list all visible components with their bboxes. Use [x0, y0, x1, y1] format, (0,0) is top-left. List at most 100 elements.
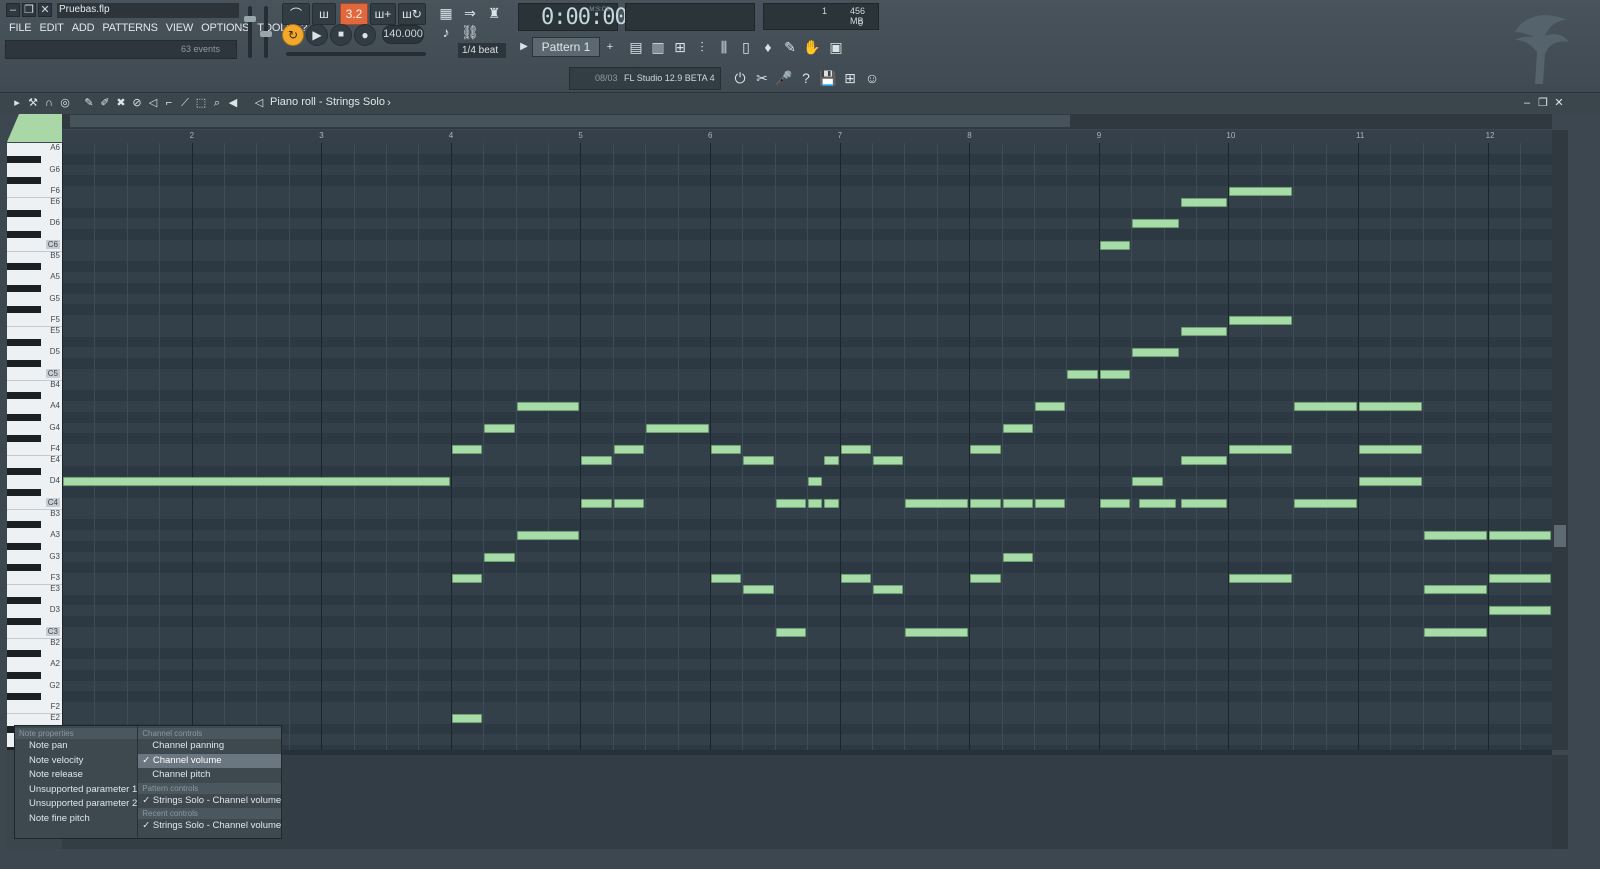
note[interactable] — [840, 574, 871, 583]
pattern-selector[interactable]: Pattern 1 — [532, 37, 600, 57]
note[interactable] — [970, 574, 1001, 583]
news-panel[interactable]: 08/03 FL Studio 12.9 BETA 4 — [569, 67, 721, 90]
restore-button[interactable]: ❐ — [22, 3, 36, 17]
note[interactable] — [1488, 574, 1552, 583]
master-pitch-slider[interactable] — [260, 6, 272, 58]
menu-item-unsupported-2[interactable]: Unsupported parameter 2 — [15, 797, 137, 812]
pr-close-icon[interactable]: ✕ — [1552, 96, 1566, 110]
song-position-slider[interactable] — [286, 52, 426, 56]
note[interactable] — [1067, 369, 1098, 379]
note[interactable] — [711, 574, 742, 583]
note[interactable] — [1294, 402, 1357, 411]
speaker-mute-icon[interactable]: ◁ — [146, 96, 160, 110]
horizontal-scrollbar[interactable] — [62, 114, 1552, 129]
record-blend-button[interactable]: ш↻ — [398, 3, 426, 25]
menu-item-note-velocity[interactable]: Note velocity — [15, 754, 137, 769]
slice-icon[interactable]: ⟋ — [178, 96, 192, 110]
black-key[interactable] — [7, 564, 41, 572]
note[interactable] — [873, 584, 904, 594]
menu-item-note-fine-pitch[interactable]: Note fine pitch — [15, 812, 137, 827]
note[interactable] — [581, 455, 612, 465]
menu-item-unsupported-1[interactable]: Unsupported parameter 1 — [15, 783, 137, 798]
tempo-display[interactable]: 140.000 — [382, 25, 424, 44]
horizontal-scroll-thumb[interactable] — [70, 115, 1070, 127]
channel-rack-icon[interactable]: ⊞ — [670, 37, 690, 57]
note[interactable] — [1035, 402, 1066, 411]
pattern-prev-icon[interactable]: ▶ — [514, 37, 534, 57]
black-key[interactable] — [7, 263, 41, 271]
note[interactable] — [1294, 498, 1357, 508]
note[interactable] — [1488, 606, 1552, 616]
note[interactable] — [1138, 498, 1176, 508]
note[interactable] — [775, 627, 807, 637]
black-key[interactable] — [7, 596, 41, 604]
microphone-icon[interactable]: 🎤 — [774, 68, 794, 88]
playlist-icon[interactable]: ▤ — [626, 37, 646, 57]
wait-input-button[interactable]: ш — [312, 3, 336, 25]
save-icon[interactable]: 💾 — [818, 68, 838, 88]
menu-item-pattern-channel-volume[interactable]: ✓ Strings Solo - Channel volume — [138, 794, 281, 809]
black-key[interactable] — [7, 489, 41, 496]
menu-item-note-release[interactable]: Note release — [15, 768, 137, 783]
close-button[interactable]: ✕ — [38, 3, 52, 17]
note[interactable] — [905, 498, 969, 508]
note[interactable] — [711, 445, 742, 454]
note[interactable] — [451, 713, 483, 723]
pattern-song-toggle[interactable]: 3.2 — [340, 3, 368, 25]
link-icon[interactable]: ⛓ — [460, 22, 480, 42]
note[interactable] — [484, 423, 515, 433]
note[interactable] — [970, 498, 1001, 508]
note[interactable] — [1229, 187, 1293, 196]
event-editor[interactable] — [62, 755, 1552, 849]
sliders-icon[interactable]: ⫼ — [714, 37, 734, 57]
note[interactable] — [1229, 574, 1293, 583]
mute-icon[interactable]: ⊘ — [130, 96, 144, 110]
note[interactable] — [1423, 627, 1487, 637]
menu-add[interactable]: ADD — [68, 21, 99, 36]
note[interactable] — [873, 455, 904, 465]
note[interactable] — [775, 498, 807, 508]
fullscreen-icon[interactable]: ▣ — [826, 37, 846, 57]
vertical-scrollbar[interactable] — [1552, 130, 1568, 750]
piano-keyboard[interactable]: A6 G6 F6 E6 D6 C6 B5 A5 G5 F5 E5 D5 C5 B4 A4 G4 F4 E4 D4 C4… — [7, 143, 62, 750]
loop-icon[interactable]: ↻ — [282, 24, 304, 46]
black-key[interactable] — [7, 693, 41, 701]
note[interactable] — [1180, 498, 1228, 508]
note[interactable] — [840, 445, 871, 454]
minimize-button[interactable]: – — [6, 3, 20, 17]
note[interactable] — [824, 498, 839, 508]
note[interactable] — [1099, 498, 1131, 508]
black-key[interactable] — [7, 392, 41, 400]
tool-blend-icon[interactable]: ♪ — [436, 22, 456, 42]
event-scrollbar[interactable] — [1552, 755, 1568, 849]
timeline-ruler[interactable]: 2 3 4 5 6 7 8 9 10 11 12 — [62, 130, 1552, 143]
note[interactable] — [516, 402, 580, 411]
pr-restore-icon[interactable]: ❐ — [1536, 96, 1550, 110]
plugin-icon[interactable]: ♦ — [758, 37, 778, 57]
note[interactable] — [1423, 531, 1487, 540]
note[interactable] — [743, 584, 774, 594]
menu-patterns[interactable]: PATTERNS — [98, 21, 161, 36]
black-key[interactable] — [7, 338, 41, 346]
select-icon[interactable]: ⬚ — [194, 96, 208, 110]
menu-item-note-pan[interactable]: Note pan — [15, 739, 137, 754]
black-key[interactable] — [7, 306, 41, 314]
note[interactable] — [1002, 423, 1033, 433]
note[interactable] — [1180, 197, 1228, 207]
black-key[interactable] — [7, 467, 41, 475]
online-icon[interactable]: ⏻ — [730, 68, 750, 88]
cut-icon[interactable]: ✂ — [752, 68, 772, 88]
stop-button[interactable]: ■ — [330, 24, 352, 46]
menu-edit[interactable]: EDIT — [35, 21, 67, 36]
note[interactable] — [1359, 477, 1422, 487]
delete-icon[interactable]: ✖ — [114, 96, 128, 110]
note[interactable] — [1132, 219, 1179, 229]
note[interactable] — [516, 531, 580, 540]
menu-options[interactable]: OPTIONS — [197, 21, 253, 36]
chat-icon[interactable]: ☺ — [862, 68, 882, 88]
note[interactable] — [1099, 369, 1131, 379]
browser-icon[interactable]: ▯ — [736, 37, 756, 57]
note[interactable] — [613, 445, 645, 454]
note-grid[interactable] — [62, 143, 1552, 750]
zoom-icon[interactable]: ⌕ — [210, 96, 224, 110]
